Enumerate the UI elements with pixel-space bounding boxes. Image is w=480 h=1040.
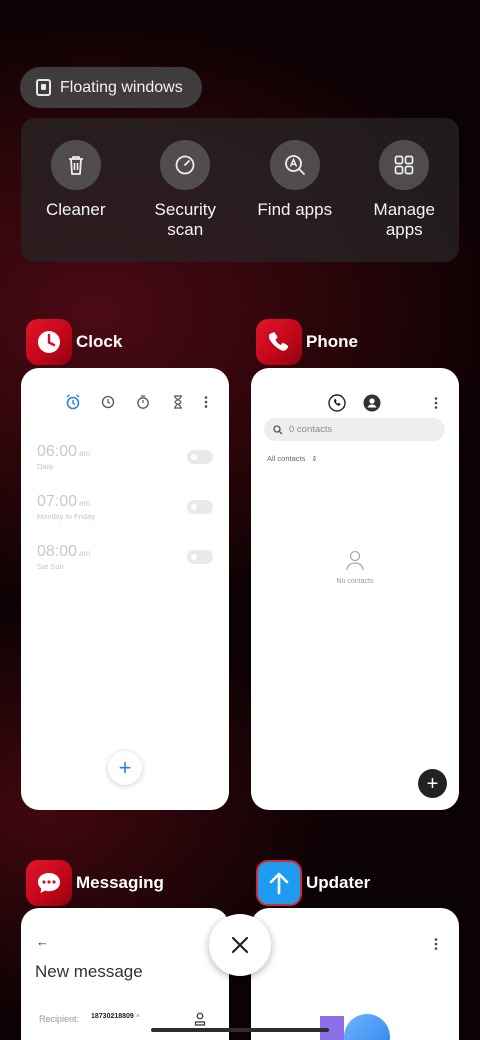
back-arrow-icon[interactable]: ← [36,934,49,949]
updater-app-card[interactable] [251,908,459,1040]
clock-app-card[interactable]: 06:00 am Daily 07:00 am Monday to Friday 0… [21,368,229,810]
alarm-toggle[interactable] [187,500,213,514]
security-scan-icon [160,140,211,190]
cleaner-button[interactable]: Cleaner [26,140,126,262]
close-icon [231,936,249,954]
phone-app-header[interactable]: Phone [256,319,358,365]
clock-tab-bar [21,394,229,410]
messaging-app-header[interactable]: Messaging [26,860,164,906]
alarm-item[interactable]: 06:00 am Daily [37,443,90,471]
plus-icon: + [426,772,439,795]
clock-app-icon [26,319,72,365]
timer-tab-icon[interactable] [171,394,185,410]
find-apps-button[interactable]: Find apps [245,140,345,262]
alarm-time: 08:00 am [37,543,91,560]
recipient-chip[interactable]: 18730218809 × [91,1013,140,1020]
clock-app-name: Clock [76,332,123,351]
search-placeholder: 0 contacts [289,424,333,435]
updater-app-icon [256,860,302,906]
phone-app-card[interactable]: 0 contacts All contacts ⇕ No contacts + [251,368,459,810]
alarm-time: 06:00 am [37,443,91,460]
alarm-repeat: Sat Sun [37,562,64,571]
stopwatch-tab-icon[interactable] [136,394,150,410]
more-icon[interactable] [433,395,439,411]
alarm-toggle[interactable] [187,550,213,564]
search-icon [273,424,283,434]
dialer-tab-icon[interactable] [328,394,346,412]
messaging-app-card[interactable]: ← New message Recipient: 18730218809 × [21,908,229,1040]
messaging-app-icon [26,860,72,906]
home-indicator[interactable] [151,1028,329,1032]
tools-panel: Cleaner Security scan Find apps Manage a… [21,118,459,262]
add-recipient-icon[interactable] [194,1012,206,1026]
recipient-label: Recipient: [39,1014,80,1024]
manage-apps-button[interactable]: Manage apps [354,140,454,262]
messaging-app-name: Messaging [76,873,164,892]
security-scan-button[interactable]: Security scan [135,140,235,262]
remove-recipient-icon[interactable]: × [136,1013,140,1020]
phone-app-icon [256,319,302,365]
new-message-title: New message [35,962,143,981]
updater-app-header[interactable]: Updater [256,860,370,906]
plus-icon: + [118,755,132,780]
contacts-search-input[interactable]: 0 contacts [264,418,445,441]
contacts-filter-dropdown[interactable]: All contacts ⇕ [267,454,317,463]
contacts-filter-label: All contacts [267,454,306,463]
alarm-item[interactable]: 08:00 am Sat Sun [37,543,90,571]
add-contact-button[interactable]: + [418,769,447,798]
floating-window-icon [36,79,51,96]
floating-windows-button[interactable]: Floating windows [20,67,202,108]
floating-windows-label: Floating windows [60,78,183,96]
sort-arrows-icon: ⇕ [311,456,318,463]
world-clock-tab-icon[interactable] [101,394,115,410]
phone-app-name: Phone [306,332,358,351]
updater-app-name: Updater [306,873,371,892]
person-icon [346,550,364,571]
alarm-time: 07:00 am [37,493,91,510]
empty-contacts-text: No contacts [336,578,374,585]
cleaner-label: Cleaner [45,200,106,219]
alarm-repeat: Daily [37,462,54,471]
grid-icon [379,140,430,190]
clock-app-header[interactable]: Clock [26,319,122,365]
close-all-button[interactable] [209,914,271,976]
alarm-repeat: Monday to Friday [37,512,95,521]
security-scan-label: Security scan [154,200,216,239]
find-apps-icon [269,140,320,190]
more-icon[interactable] [433,936,439,952]
alarm-toggle[interactable] [187,450,213,464]
alarm-tab-icon[interactable] [66,394,80,410]
contacts-tab-icon[interactable] [363,394,381,412]
trash-icon [50,140,101,190]
find-apps-label: Find apps [257,200,333,219]
more-icon[interactable] [203,394,209,410]
add-alarm-button[interactable]: + [108,751,142,785]
updater-illustration-circle [344,1014,390,1040]
manage-apps-label: Manage apps [373,200,435,239]
alarm-item[interactable]: 07:00 am Monday to Friday [37,493,95,521]
